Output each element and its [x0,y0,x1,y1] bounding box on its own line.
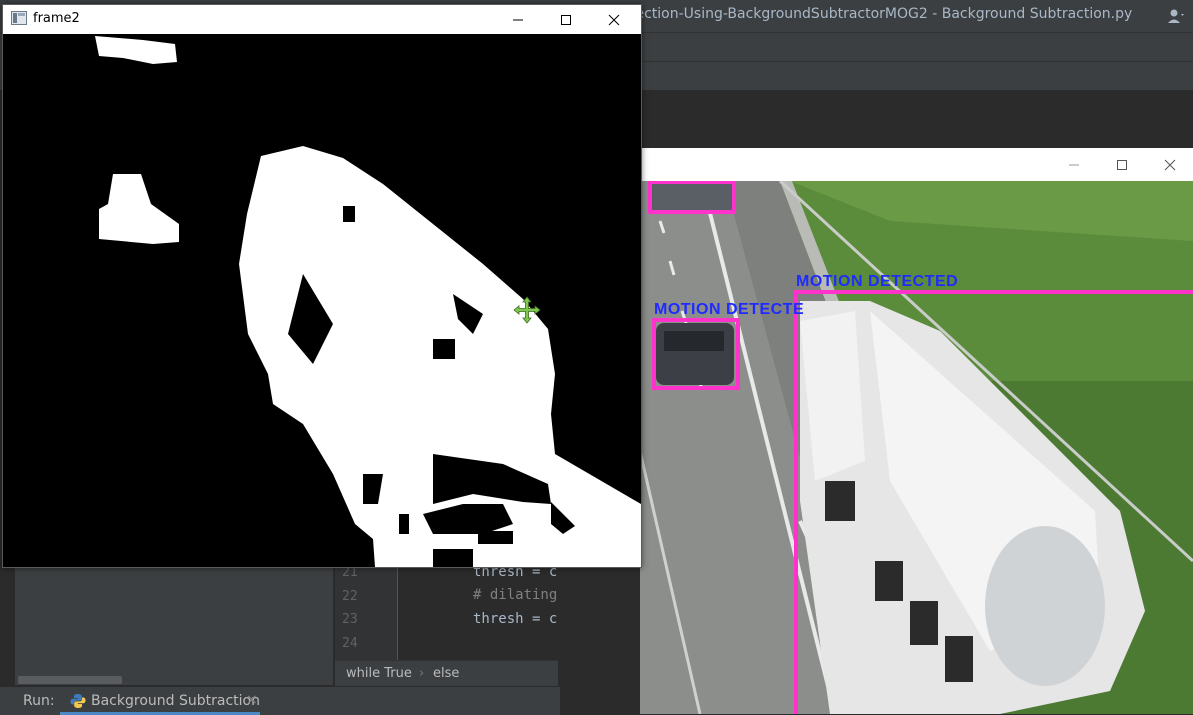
ide-window-title: tection-Using-BackgroundSubtractorMOG2 -… [630,6,1133,22]
tanker-end-cap [985,526,1105,686]
car-top [650,183,734,211]
truck-wheel [875,561,903,601]
truck-wheel [910,601,938,645]
project-panel [15,560,333,685]
close-button[interactable] [591,5,637,34]
line-number: 22 [342,589,358,604]
horizontal-scrollbar[interactable] [18,676,122,684]
code-line[interactable]: thresh = c [473,611,557,627]
line-number: 23 [342,612,358,627]
mask-blob [337,456,353,474]
motion-label: MOTION DETECTE [654,301,805,318]
mask-hole [433,549,473,567]
breadcrumb: while True › else [335,660,558,687]
minimize-button[interactable] [1051,148,1097,181]
python-icon [70,694,86,708]
foreground-mask [3,34,641,567]
code-comment-line[interactable]: # dilating [473,587,557,603]
motion-label: MOTION DETECTED [796,273,959,290]
breadcrumb-item-else[interactable]: else [433,666,459,681]
maximize-button[interactable] [543,5,589,34]
video-frame [640,181,1193,714]
run-tab-background-subtraction[interactable]: Background Subtraction × [60,687,260,715]
frame2-title: frame2 [33,11,80,26]
run-toolbar: Run: Background Subtraction × [0,686,560,715]
truck-wheel [945,636,973,682]
mask-hole [399,514,409,534]
car-left-window [664,331,724,351]
breadcrumb-item-while-true[interactable]: while True [346,666,412,681]
maximize-button[interactable] [1099,148,1145,181]
breadcrumb-separator: › [419,666,425,681]
close-icon [608,14,620,25]
frame2-titlebar: frame2 [3,5,641,34]
run-tab-label: Background Subtraction [91,693,260,709]
maximize-icon [1117,159,1127,170]
mask-hole [478,531,513,544]
video-titlebar [640,148,1193,181]
minimize-icon [1069,164,1079,165]
mask-hole [343,206,355,222]
user-icon[interactable] [1167,8,1185,24]
minimize-button[interactable] [495,5,541,34]
close-button[interactable] [1147,148,1193,181]
mask-hole [433,339,455,359]
truck-wheel [825,481,855,521]
run-label: Run: [23,693,55,709]
close-icon [1164,159,1176,170]
frame2-window: frame2 [2,4,642,568]
line-number: 24 [342,636,358,651]
window-app-icon [11,11,27,25]
toolbar-divider [640,61,1193,62]
maximize-icon [561,14,571,25]
minimize-icon [513,19,523,20]
video-window: MOTION DETECTED MOTION DETECTE [640,148,1193,714]
close-icon[interactable]: × [246,692,258,708]
